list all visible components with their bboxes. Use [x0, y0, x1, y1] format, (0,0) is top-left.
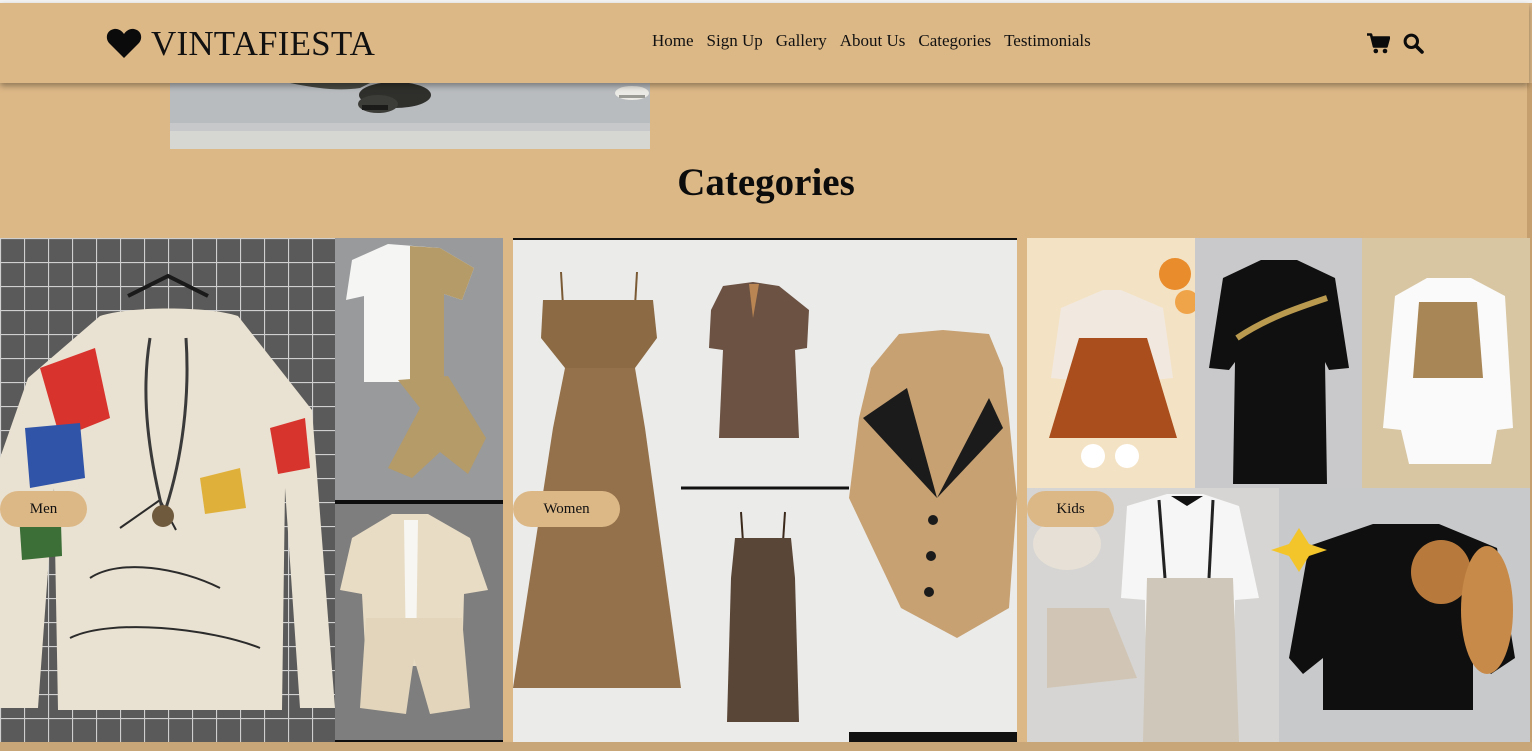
category-label-men[interactable]: Men — [0, 491, 87, 527]
nav-link-sign-up[interactable]: Sign Up — [707, 31, 763, 51]
category-label-women[interactable]: Women — [513, 491, 620, 527]
main-nav: Home Sign Up Gallery About Us Categories… — [652, 31, 1091, 51]
nav-link-categories[interactable]: Categories — [918, 31, 991, 51]
heart-icon — [106, 27, 142, 59]
category-card-kids[interactable]: Kids — [1027, 238, 1530, 742]
nav-link-testimonials[interactable]: Testimonials — [1004, 31, 1091, 51]
cart-icon[interactable] — [1367, 33, 1390, 54]
category-label-kids[interactable]: Kids — [1027, 491, 1114, 527]
brand-name: VINTAFIESTA — [151, 23, 376, 63]
category-card-women[interactable]: Women — [513, 238, 1017, 742]
search-icon[interactable] — [1403, 33, 1424, 54]
nav-link-about-us[interactable]: About Us — [840, 31, 906, 51]
categories-heading: Categories — [677, 161, 855, 204]
header-actions — [1367, 33, 1424, 54]
category-card-men[interactable]: Men — [0, 238, 503, 742]
site-header: VINTAFIESTA Home Sign Up Gallery About U… — [0, 3, 1529, 83]
bottom-edge — [0, 742, 1532, 751]
brand-logo[interactable]: VINTAFIESTA — [106, 21, 375, 65]
nav-link-home[interactable]: Home — [652, 31, 694, 51]
hero-image — [170, 83, 650, 149]
nav-link-gallery[interactable]: Gallery — [776, 31, 827, 51]
